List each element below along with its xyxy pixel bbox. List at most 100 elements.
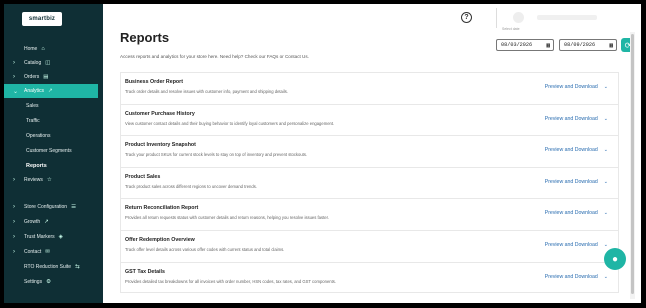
date-to-field[interactable]: 08/09/2026 ▦ (559, 39, 617, 51)
chevron-right-icon[interactable]: › (13, 249, 15, 255)
preview-download-label: Preview and Download (544, 84, 598, 90)
preview-download-button[interactable]: Preview and Download ⌄ (545, 242, 608, 248)
scrollbar-thumb[interactable] (631, 34, 634, 294)
chevron-right-icon[interactable]: › (13, 177, 15, 183)
help-icon[interactable]: ? (461, 12, 472, 23)
preview-download-label: Preview and Download (544, 115, 598, 122)
preview-download-button[interactable]: Preview and Download ⌄ (545, 116, 608, 122)
report-row-product-inventory-snapshot: Product Inventory Snapshot Track your pro… (120, 135, 619, 167)
chat-button[interactable]: ● (604, 248, 626, 270)
chevron-down-icon[interactable]: ⌄ (604, 116, 608, 122)
report-row-customer-purchase-history: Customer Purchase History View customer c… (120, 103, 619, 136)
sidebar-item-trust-markers[interactable]: › Trust Markers ◈ (4, 230, 103, 244)
chevron-down-icon[interactable]: ⌄ (13, 88, 18, 95)
report-description: Track order details and resolve issues w… (125, 89, 289, 94)
chevron-right-icon[interactable]: › (13, 204, 15, 210)
page-title: Reports (120, 30, 170, 45)
sidebar-item-operations[interactable]: Operations (4, 128, 103, 143)
sidebar-item-label: Traffic (26, 117, 40, 124)
preview-download-label: Preview and Download (544, 273, 598, 280)
sidebar-item-store-configuration[interactable]: › Store Configuration ☰ (4, 200, 103, 214)
chevron-right-icon[interactable]: › (13, 234, 15, 240)
report-title: Offer Redemption Overview (125, 236, 195, 243)
sidebar-item-customer-segments[interactable]: Customer Segments (4, 143, 103, 158)
report-description: Provides all return requests status with… (125, 215, 329, 221)
sidebar-item-icon: ◈ (58, 234, 63, 240)
sidebar-item-label: Sales (26, 102, 39, 109)
sidebar-item-home[interactable]: Home ⌂ (4, 42, 103, 56)
sidebar-item-settings[interactable]: Settings ⚙ (4, 275, 103, 289)
sidebar-item-catalog[interactable]: › Catalog ◫ (4, 56, 103, 70)
sidebar-item-reviews[interactable]: › Reviews ☆ (4, 173, 103, 187)
preview-download-button[interactable]: Preview and Download ⌄ (545, 179, 608, 185)
sidebar-item-label: Reports (26, 162, 47, 169)
date-from-value: 08/03/2026 (501, 42, 533, 48)
report-description: Track your product SKUs for current stoc… (125, 152, 308, 158)
brand-logo[interactable]: smartbiz (22, 12, 62, 26)
sidebar-item-icon: ↗ (48, 88, 53, 94)
report-title: GST Tax Details (125, 268, 165, 275)
report-description: Track offer level details across various… (125, 246, 285, 252)
preview-download-button[interactable]: Preview and Download ⌄ (545, 274, 608, 280)
sidebar: smartbiz Home ⌂ › Catalog ◫ › Orders ▤ ⌄ Analytic… (4, 4, 103, 303)
chevron-down-icon[interactable]: ⌄ (604, 242, 608, 248)
sidebar-item-label: Settings (24, 279, 43, 285)
sidebar-item-label: Operations (26, 132, 51, 139)
calendar-icon[interactable]: ▦ (609, 42, 613, 49)
report-description: View customer contact details and their … (125, 120, 335, 126)
sidebar-item-label: Analytics (24, 88, 45, 94)
preview-download-button[interactable]: Preview and Download ⌄ (545, 84, 608, 90)
sidebar-item-contact[interactable]: › Contact ✉ (4, 245, 103, 259)
sidebar-item-icon: ▤ (43, 74, 49, 80)
sidebar-item-label: Contact (24, 249, 42, 255)
report-title: Return Reconciliation Report (125, 205, 199, 212)
account-name[interactable] (537, 15, 597, 20)
chevron-right-icon[interactable]: › (13, 219, 15, 225)
report-title: Customer Purchase History (125, 110, 195, 117)
sidebar-item-label: Growth (24, 219, 41, 225)
chevron-down-icon[interactable]: ⌄ (604, 84, 608, 90)
sidebar-item-traffic[interactable]: Traffic (4, 113, 103, 128)
chevron-down-icon[interactable]: ⌄ (604, 274, 608, 280)
sidebar-item-icon: ⇆ (75, 264, 80, 270)
sidebar-item-label: Reviews (24, 177, 43, 183)
preview-download-button[interactable]: Preview and Download ⌄ (545, 210, 608, 216)
sidebar-item-sales[interactable]: Sales (4, 98, 103, 113)
chevron-down-icon[interactable]: ⌄ (604, 147, 608, 153)
sidebar-item-icon: ◫ (45, 60, 51, 66)
sidebar-item-label: Trust Markers (24, 234, 55, 240)
sidebar-item-label: Home (24, 46, 38, 52)
sidebar-item-label: Store Configuration (24, 204, 68, 210)
report-description: Provides detailed tax breakdowns for all… (125, 278, 337, 284)
sidebar-item-growth[interactable]: › Growth ↗ (4, 215, 103, 229)
sidebar-item-icon: ↗ (44, 219, 49, 225)
date-from-field[interactable]: 08/03/2026 ▦ (496, 39, 554, 51)
page-description: Access reports and analytics for your st… (120, 54, 309, 59)
sidebar-item-reports[interactable]: Reports (4, 158, 103, 173)
date-label: Select date (502, 27, 520, 31)
avatar[interactable] (513, 12, 524, 23)
sidebar-item-icon: ✉ (45, 249, 50, 255)
report-row-product-sales: Product Sales Track product sales across … (120, 166, 619, 199)
sidebar-item-icon: ⌂ (41, 46, 45, 52)
divider (496, 8, 497, 28)
chevron-right-icon[interactable]: › (13, 60, 15, 66)
report-title: Business Order Report (125, 79, 183, 85)
sidebar-item-orders[interactable]: › Orders ▤ (4, 70, 103, 84)
sidebar-item-label: Customer Segments (26, 147, 72, 154)
chevron-down-icon[interactable]: ⌄ (604, 210, 608, 216)
sidebar-item-icon: ☰ (71, 204, 77, 210)
sidebar-item-label: Orders (24, 74, 40, 80)
app-frame: smartbiz Home ⌂ › Catalog ◫ › Orders ▤ ⌄ Analytic… (4, 4, 641, 303)
reports-list: Business Order Report Track order details… (120, 72, 619, 294)
report-row-gst-tax-details: GST Tax Details Provides detailed tax bre… (120, 261, 619, 294)
sidebar-item-analytics[interactable]: ⌄ Analytics ↗ (4, 84, 98, 98)
preview-download-label: Preview and Download (544, 210, 598, 217)
calendar-icon[interactable]: ▦ (546, 42, 550, 49)
chevron-down-icon[interactable]: ⌄ (604, 179, 608, 185)
sidebar-item-label: RTO Reduction Suite (24, 264, 72, 270)
chat-icon: ● (611, 253, 619, 265)
sidebar-item-rto-reduction-suite[interactable]: RTO Reduction Suite ⇆ (4, 260, 103, 274)
chevron-right-icon[interactable]: › (13, 74, 15, 80)
preview-download-button[interactable]: Preview and Download ⌄ (545, 147, 608, 153)
